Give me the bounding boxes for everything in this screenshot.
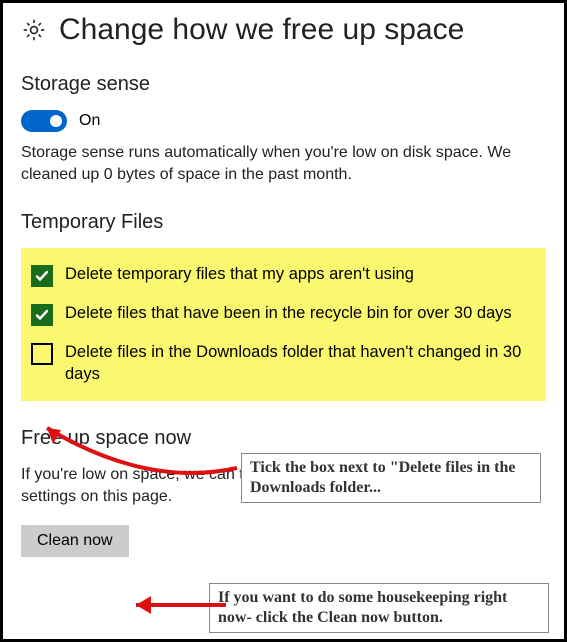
gear-icon: [21, 17, 47, 43]
section-temporary-files: Temporary Files: [21, 211, 546, 234]
clean-now-button[interactable]: Clean now: [21, 525, 129, 557]
annotation-callout: Tick the box next to "Delete files in th…: [241, 453, 541, 503]
temp-files-options: Delete temporary files that my apps aren…: [21, 248, 546, 401]
annotation-callout: If you want to do some housekeeping righ…: [209, 583, 549, 633]
page-title: Change how we free up space: [59, 13, 464, 47]
option-row: Delete temporary files that my apps aren…: [29, 256, 538, 295]
checkbox-delete-temp-files[interactable]: [31, 265, 53, 287]
option-row: Delete files that have been in the recyc…: [29, 295, 538, 334]
option-label: Delete temporary files that my apps aren…: [65, 264, 414, 285]
storage-sense-toggle[interactable]: [21, 110, 67, 132]
section-free-up-space: Free up space now: [21, 427, 546, 450]
option-label: Delete files in the Downloads folder tha…: [65, 342, 536, 385]
storage-sense-description: Storage sense runs automatically when yo…: [21, 142, 531, 185]
section-storage-sense: Storage sense: [21, 73, 546, 96]
option-label: Delete files that have been in the recyc…: [65, 303, 512, 324]
checkbox-delete-recycle-bin[interactable]: [31, 304, 53, 326]
toggle-label: On: [79, 112, 100, 130]
option-row: Delete files in the Downloads folder tha…: [29, 334, 538, 393]
checkbox-delete-downloads[interactable]: [31, 343, 53, 365]
